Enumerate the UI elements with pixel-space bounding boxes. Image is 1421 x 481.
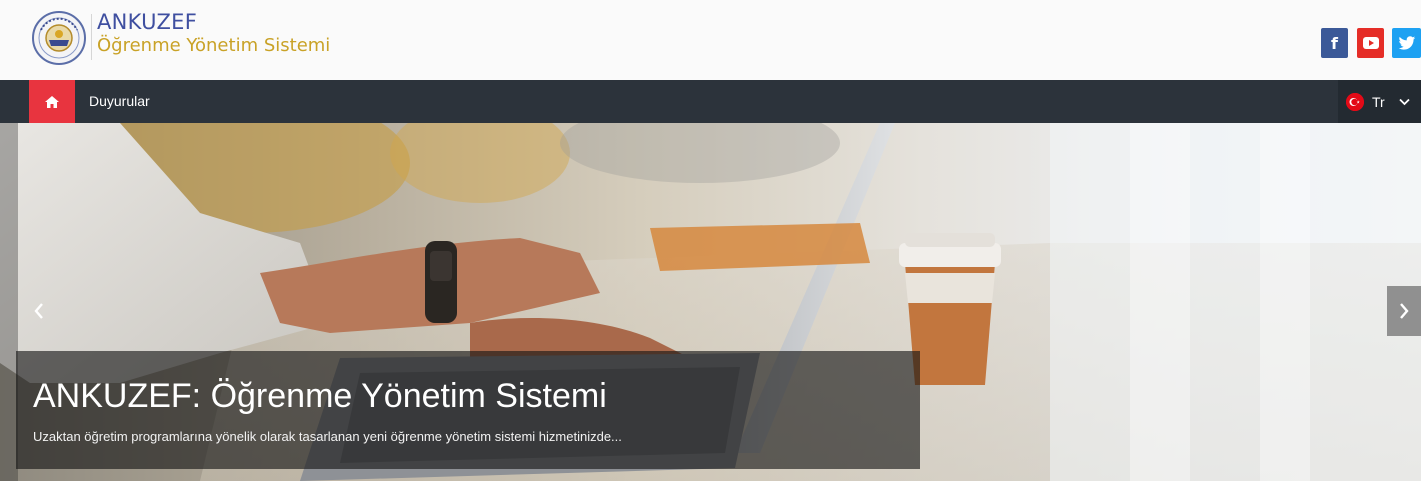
slider-next-button[interactable] (1387, 286, 1421, 336)
hero-caption: ANKUZEF: Öğrenme Yönetim Sistemi Uzaktan… (16, 351, 920, 469)
hero-description: Uzaktan öğretim programlarına yönelik ol… (33, 429, 622, 444)
language-selector[interactable]: Tr (1338, 80, 1421, 123)
brand-title[interactable]: ANKUZEF (97, 9, 197, 35)
brand-divider (91, 14, 92, 60)
brand-subtitle[interactable]: Öğrenme Yönetim Sistemi (97, 34, 330, 58)
chevron-down-icon (1399, 98, 1410, 105)
main-navbar: Duyurular Tr (0, 80, 1421, 123)
turkey-flag-icon (1346, 92, 1364, 111)
site-header: ANKUZEF Öğrenme Yönetim Sistemi f (0, 0, 1421, 80)
chevron-right-icon (1400, 303, 1409, 319)
chevron-left-icon (34, 303, 43, 319)
youtube-icon[interactable] (1357, 28, 1384, 58)
hero-slider: ANKUZEF: Öğrenme Yönetim Sistemi Uzaktan… (0, 123, 1421, 481)
university-seal-icon[interactable] (31, 10, 87, 66)
facebook-icon[interactable]: f (1321, 28, 1348, 58)
language-label: Tr (1372, 93, 1385, 110)
home-icon (45, 95, 59, 108)
hero-title[interactable]: ANKUZEF: Öğrenme Yönetim Sistemi (33, 376, 607, 416)
nav-link-duyurular[interactable]: Duyurular (89, 80, 150, 123)
home-button[interactable] (29, 80, 75, 123)
slider-prev-button[interactable] (22, 286, 56, 336)
twitter-icon[interactable] (1392, 28, 1421, 58)
